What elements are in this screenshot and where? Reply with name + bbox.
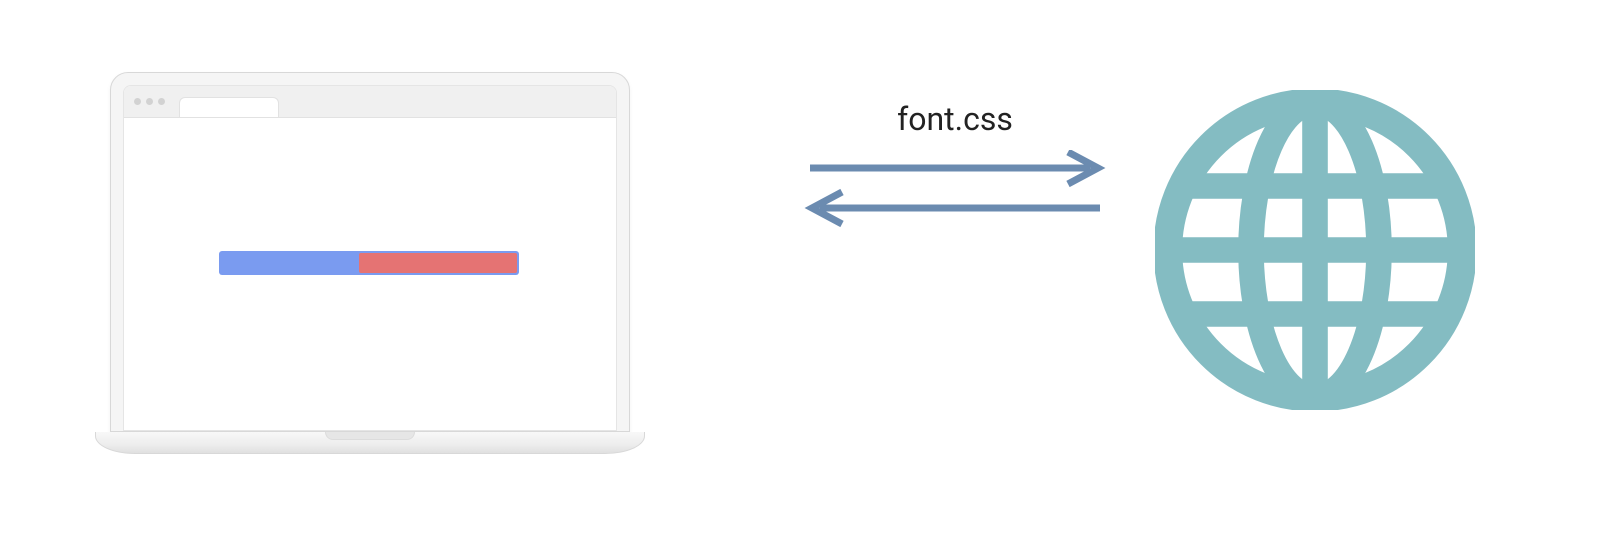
double-arrow-icon (790, 150, 1120, 240)
window-controls-icon (134, 98, 165, 105)
progress-bar (219, 251, 519, 275)
globe-icon (1155, 90, 1475, 410)
laptop-notch (325, 432, 415, 440)
laptop-screen-bezel (110, 72, 630, 432)
browser-window (123, 85, 617, 431)
laptop-base (95, 432, 645, 454)
request-arrows: font.css (790, 100, 1120, 240)
laptop-browser (95, 72, 645, 454)
browser-viewport (124, 118, 616, 430)
progress-bar-fill (359, 253, 517, 273)
browser-chrome (124, 86, 616, 118)
browser-tab (179, 97, 279, 117)
request-label: font.css (790, 100, 1120, 138)
